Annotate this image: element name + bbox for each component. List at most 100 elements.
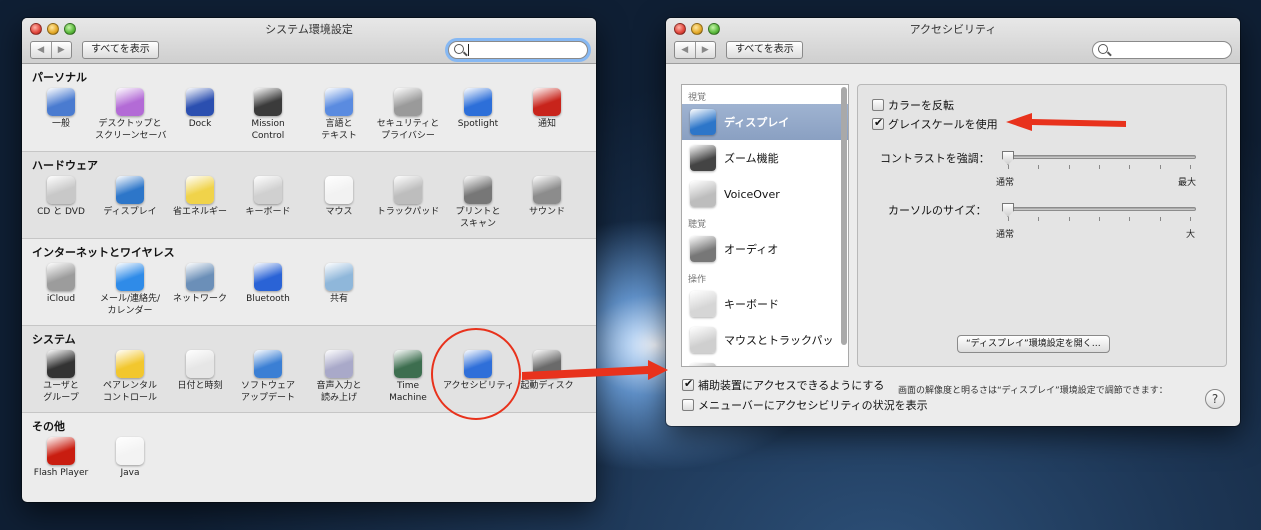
pref-pane-item[interactable]: Bluetooth [233, 263, 303, 305]
sidebar-item[interactable]: VoiceOver [682, 176, 848, 212]
pref-pane-item[interactable]: トラックパッド [373, 176, 443, 218]
pref-pane-item[interactable]: ペアレンタル コントロール [95, 350, 165, 404]
sidebar-item[interactable]: オーディオ [682, 231, 848, 267]
pref-pane-label: 共有 [329, 294, 348, 304]
pref-pane-item[interactable]: キーボード [233, 176, 303, 218]
pref-pane-label: ユーザと グループ [43, 381, 79, 403]
sidebar-item[interactable]: Speakable Items [682, 358, 848, 366]
grayscale-checkbox[interactable]: グレイスケールを使用 [872, 116, 998, 132]
search-field[interactable] [1092, 41, 1232, 59]
display-icon [690, 109, 716, 135]
pref-pane-item[interactable]: Time Machine [373, 350, 443, 404]
pref-pane-label: サウンド [528, 207, 565, 217]
pref-pane-item[interactable]: セキュリティと プライバシー [373, 88, 443, 142]
pref-pane-item[interactable]: 起動ディスク [512, 350, 582, 392]
slider-tick [1099, 165, 1100, 169]
pref-pane-label: Dock [188, 119, 212, 129]
slider-tick [1190, 217, 1191, 221]
contrast-slider-track[interactable] [1002, 155, 1196, 159]
sidebar-scrollbar[interactable] [841, 87, 847, 345]
pref-pane-item[interactable]: 音声入力と 読み上げ [304, 350, 374, 404]
sound-icon [533, 176, 561, 204]
zoom-icon [690, 145, 716, 171]
pref-pane-item[interactable]: マウス [304, 176, 374, 218]
section-items: Flash Player Java [22, 437, 596, 493]
sidebar-item[interactable]: キーボード [682, 286, 848, 322]
pref-pane-item[interactable]: ネットワーク [165, 263, 235, 305]
accessibility-sidebar[interactable]: 視覚 ディスプレイ ズーム機能 VoiceOver 聴覚 オーディオ 操作 キーボード マウスと… [681, 84, 849, 367]
pref-pane-item[interactable]: ユーザと グループ [26, 350, 96, 404]
cursor-size-slider-track[interactable] [1002, 207, 1196, 211]
checkbox-label: メニューバーにアクセシビリティの状況を表示 [698, 399, 928, 412]
contrast-slider-knob[interactable] [1002, 151, 1014, 165]
security-icon [394, 88, 422, 116]
sidebar-item-label: オーディオ [724, 243, 779, 256]
show-all-button[interactable]: すべてを表示 [726, 41, 803, 59]
pref-pane-item[interactable]: メール/連絡先/ カレンダー [95, 263, 165, 317]
pref-pane-label: Java [120, 468, 140, 478]
pref-pane-item[interactable]: 共有 [304, 263, 374, 305]
search-field[interactable] [448, 41, 588, 59]
sidebar-item-label: ディスプレイ [724, 116, 790, 129]
pref-pane-item[interactable]: ソフトウェア アップデート [233, 350, 303, 404]
checkbox-label: 補助装置にアクセスできるようにする [698, 379, 885, 392]
invert-colors-checkbox[interactable]: カラーを反転 [872, 97, 954, 113]
pref-pane-label: ソフトウェア アップデート [240, 381, 295, 403]
slider-tick [1129, 217, 1131, 221]
section-items: 一般 デスクトップと スクリーンセーバ Dock Mission Control 言語と… [22, 88, 596, 144]
pref-pane-item[interactable]: アクセシビリティ [443, 350, 514, 392]
help-button[interactable]: ? [1205, 389, 1225, 409]
pref-pane-item[interactable]: Mission Control [233, 88, 303, 142]
checkbox[interactable] [682, 377, 694, 391]
pref-pane-item[interactable]: Java [95, 437, 165, 479]
pref-pane-item[interactable]: Spotlight [443, 88, 513, 130]
show-in-menubar-checkbox[interactable]: メニューバーにアクセシビリティの状況を表示 [682, 397, 928, 413]
general-icon [47, 88, 75, 116]
slider-tick [1068, 165, 1070, 169]
pref-pane-label: ネットワーク [172, 294, 227, 304]
pref-pane-item[interactable]: 日付と時刻 [165, 350, 235, 392]
open-display-prefs-button[interactable]: “ディスプレイ”環境設定を開く… [957, 335, 1110, 353]
checkbox[interactable] [872, 99, 884, 111]
checkbox[interactable] [682, 399, 694, 411]
sidebar-item[interactable]: ディスプレイ [682, 104, 848, 140]
sidebar-item[interactable]: ズーム機能 [682, 140, 848, 176]
back-forward-buttons: ◀ ▶ [30, 41, 72, 59]
pref-pane-item[interactable]: iCloud [26, 263, 96, 305]
show-all-button[interactable]: すべてを表示 [82, 41, 159, 59]
pref-pane-item[interactable]: CD と DVD [26, 176, 96, 218]
slider-tick [1038, 217, 1040, 221]
back-button[interactable]: ◀ [675, 42, 696, 58]
pref-pane-item[interactable]: Dock [165, 88, 235, 130]
enable-assistive-devices-checkbox[interactable]: 補助装置にアクセスできるようにする [682, 377, 884, 393]
forward-button[interactable]: ▶ [696, 42, 716, 58]
pref-pane-item[interactable]: サウンド [512, 176, 582, 218]
checkbox-label: グレイスケールを使用 [888, 118, 998, 131]
voiceover-icon [690, 181, 716, 207]
section-heading: その他 [32, 420, 65, 433]
pref-pane-item[interactable]: 一般 [26, 88, 96, 130]
forward-button[interactable]: ▶ [52, 42, 72, 58]
back-button[interactable]: ◀ [31, 42, 52, 58]
pref-pane-item[interactable]: Flash Player [26, 437, 96, 479]
checkbox[interactable] [872, 116, 884, 130]
pref-pane-item[interactable]: プリントと スキャン [443, 176, 513, 230]
sidebar-item-label: VoiceOver [724, 187, 780, 201]
pref-pane-item[interactable]: デスクトップと スクリーンセーバ [95, 88, 167, 142]
parental-controls-icon [116, 350, 144, 378]
pref-pane-item[interactable]: 省エネルギー [165, 176, 235, 218]
system-preferences-window: システム環境設定 ◀ ▶ すべてを表示 パーソナル 一般 デスクトップと スクリーン… [22, 18, 596, 502]
section-items: iCloud メール/連絡先/ カレンダー ネットワーク Bluetooth 共有 [22, 263, 596, 319]
section-items: CD と DVD ディスプレイ 省エネルギー キーボード マウス トラックパッド プリントと… [22, 176, 596, 232]
window-title: アクセシビリティ [909, 23, 997, 36]
sidebar-group-header: 操作 [688, 275, 707, 285]
cursor-size-slider-knob[interactable] [1002, 203, 1014, 217]
mail-contacts-icon [116, 263, 144, 291]
bluetooth-icon [254, 263, 282, 291]
checkbox-label: カラーを反転 [888, 99, 954, 112]
pref-pane-item[interactable]: 通知 [512, 88, 582, 130]
sidebar-item[interactable]: マウスとトラックパッ [682, 322, 848, 358]
pref-pane-label: デスクトップと スクリーンセーバ [95, 119, 167, 141]
pref-pane-item[interactable]: ディスプレイ [95, 176, 165, 218]
pref-pane-item[interactable]: 言語と テキスト [304, 88, 374, 142]
